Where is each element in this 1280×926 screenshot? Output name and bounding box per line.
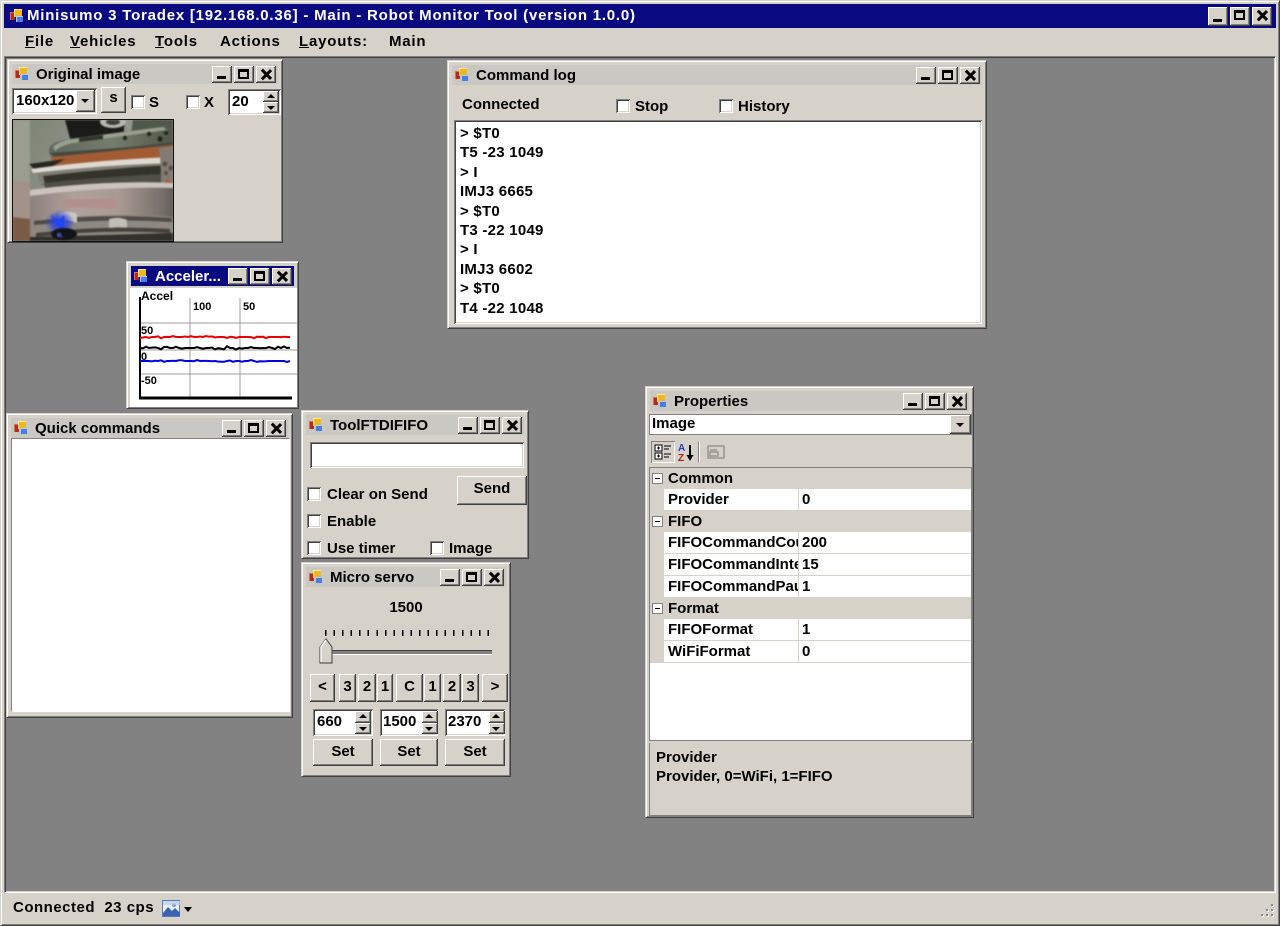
- svg-text:IIL: IIL: [57, 233, 63, 239]
- svg-text:-50: -50: [141, 375, 157, 387]
- svg-text:100: 100: [193, 301, 211, 313]
- svg-text:50: 50: [141, 325, 153, 337]
- svg-text:Z: Z: [678, 453, 684, 463]
- svg-text:50: 50: [243, 301, 255, 313]
- svg-text:Accel: Accel: [141, 289, 173, 303]
